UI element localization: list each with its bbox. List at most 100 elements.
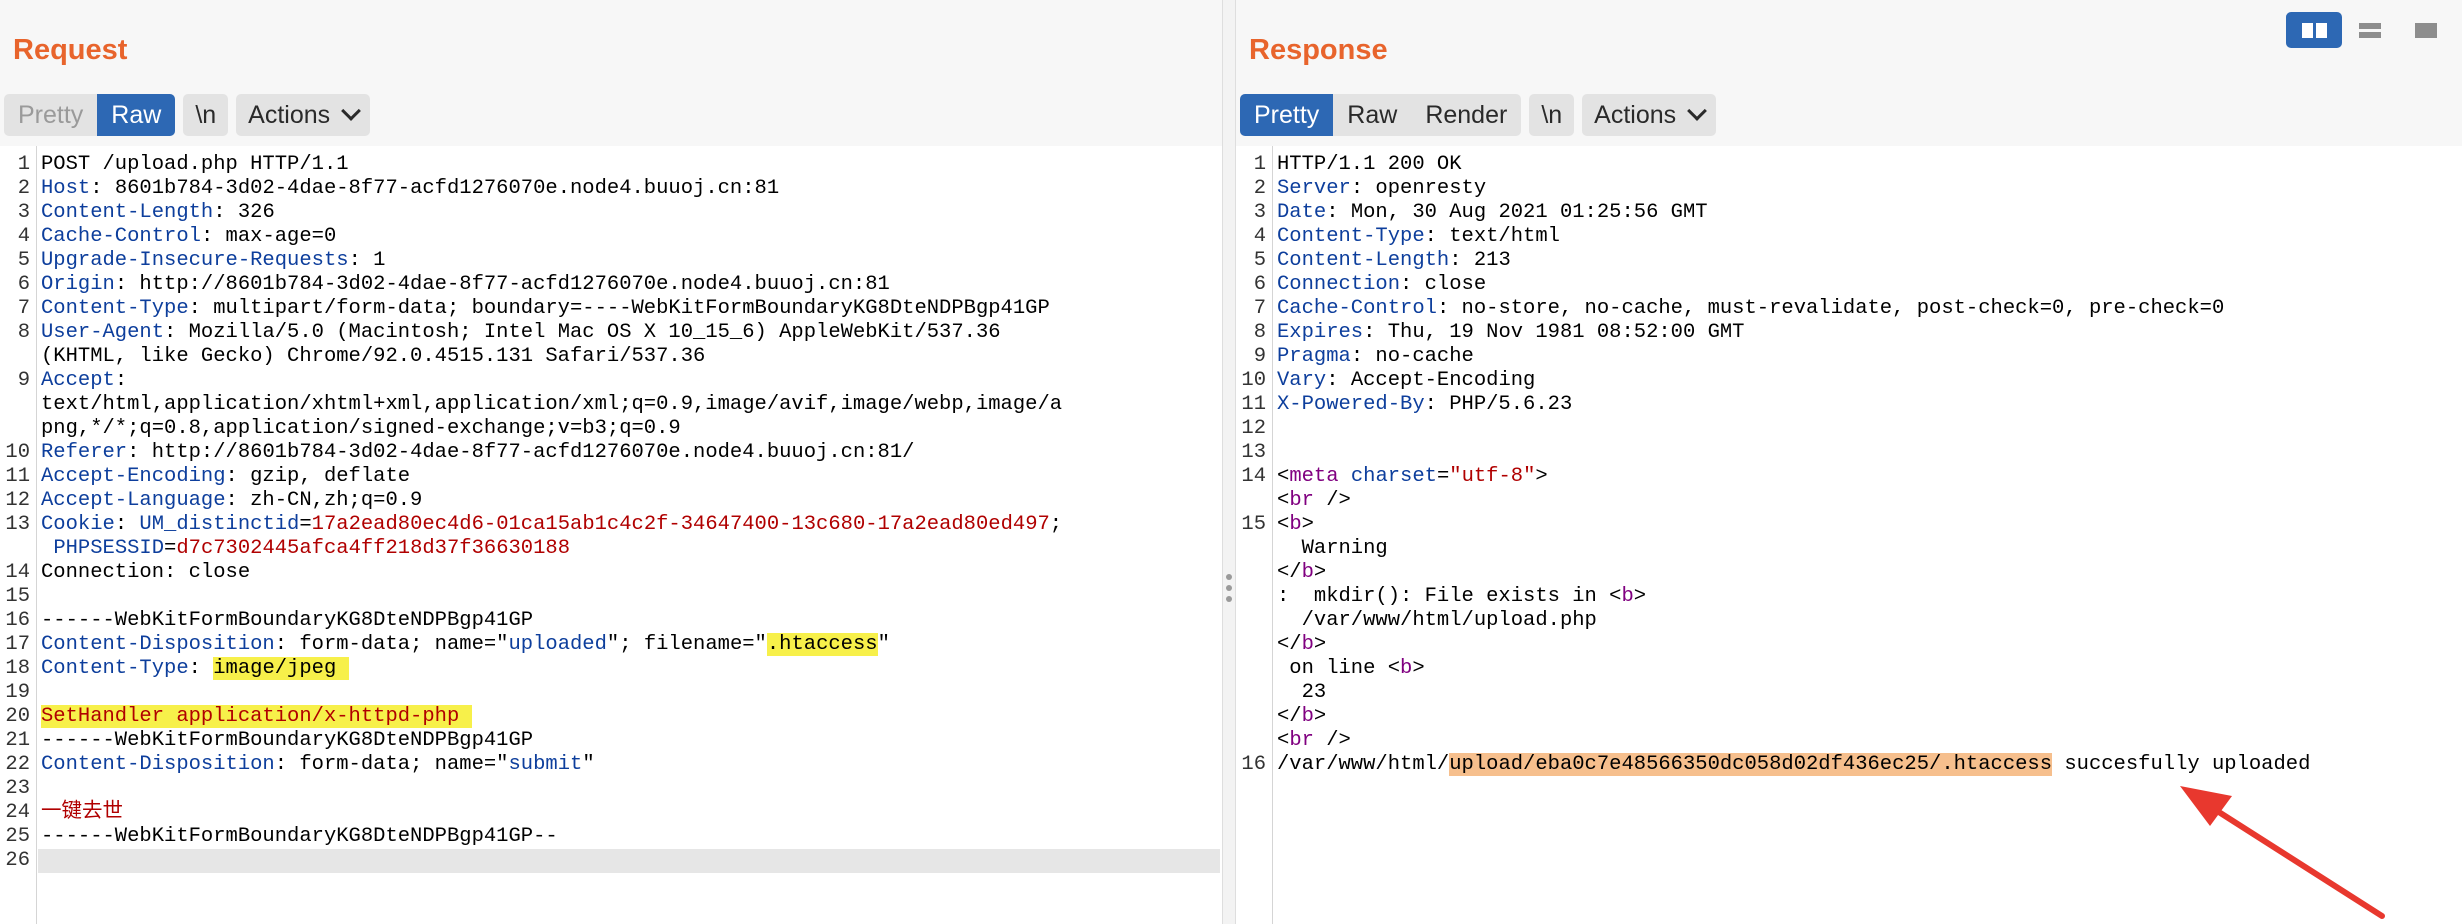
- request-code-line: 9 Accept:: [0, 369, 1222, 393]
- code-token: charset: [1350, 465, 1437, 488]
- line-content: Content-Type: multipart/form-data; bound…: [41, 297, 1050, 321]
- line-content: POST /upload.php HTTP/1.1: [41, 153, 349, 177]
- chevron-down-icon: [1687, 101, 1708, 121]
- code-token: ": [582, 753, 595, 776]
- response-tab-render[interactable]: Render: [1411, 94, 1521, 136]
- response-actions-button[interactable]: Actions: [1582, 94, 1717, 136]
- line-number: 2: [17, 177, 30, 200]
- request-code-line: 6 Origin: http://8601b784-3d02-4dae-8f77-…: [0, 273, 1222, 297]
- line-number: 5: [1253, 249, 1266, 272]
- response-code-line: <br />: [1236, 489, 2462, 513]
- code-token: >: [1313, 561, 1327, 584]
- line-content: ------WebKitFormBoundaryKG8DteNDPBgp41GP: [41, 729, 533, 753]
- single-pane-layout-icon[interactable]: [2398, 12, 2454, 48]
- line-number: 8: [17, 321, 30, 344]
- code-token: : 326: [213, 201, 275, 224]
- code-token: </: [1277, 705, 1302, 728]
- code-token: POST /upload.php HTTP/1.1: [41, 153, 349, 176]
- header-name: Content-Type: [41, 297, 189, 320]
- line-content: Cache-Control: no-store, no-cache, must-…: [1277, 297, 2224, 321]
- response-code-line: 4 Content-Type: text/html: [1236, 225, 2462, 249]
- line-content: HTTP/1.1 200 OK: [1277, 153, 1462, 177]
- code-token: >: [1535, 465, 1548, 488]
- line-number: 15: [1241, 513, 1266, 536]
- line-number: 5: [17, 249, 30, 272]
- code-token: :: [114, 369, 128, 392]
- line-number: 10: [5, 441, 30, 464]
- request-editor[interactable]: 1 POST /upload.php HTTP/1.1 2 Host: 8601b78…: [0, 146, 1222, 924]
- line-number: 13: [5, 513, 30, 536]
- code-token: : text/html: [1424, 225, 1560, 248]
- line-number: 19: [5, 681, 30, 704]
- line-content: Connection: close: [41, 561, 250, 585]
- line-content: Server: openresty: [1277, 177, 1486, 201]
- line-number: 11: [5, 465, 30, 488]
- line-number: 12: [1241, 417, 1266, 440]
- code-token: >: [1412, 657, 1425, 680]
- line-content: Vary: Accept-Encoding: [1277, 369, 1535, 393]
- header-name: X-Powered-By: [1277, 393, 1425, 416]
- header-name: Cache-Control: [41, 225, 201, 248]
- request-actions-button[interactable]: Actions: [236, 94, 371, 136]
- line-number: 13: [1241, 441, 1266, 464]
- response-newline-toggle[interactable]: \n: [1529, 94, 1575, 136]
- stacked-layout-icon[interactable]: [2342, 12, 2398, 48]
- line-content: <meta charset="utf-8">: [1277, 465, 1548, 489]
- code-token: =: [299, 513, 312, 536]
- header-name: Referer: [41, 441, 128, 464]
- line-number: 18: [5, 657, 30, 680]
- code-token: : Mon, 30 Aug 2021 01:25:56 GMT: [1326, 201, 1708, 224]
- code-token: ": [877, 633, 890, 656]
- line-content: Expires: Thu, 19 Nov 1981 08:52:00 GMT: [1277, 321, 1745, 345]
- request-code-line: 17 Content-Disposition: form-data; name="…: [0, 633, 1222, 657]
- response-code-line: 23: [1236, 681, 2462, 705]
- request-tab-pretty[interactable]: Pretty: [4, 94, 97, 136]
- header-name: Server: [1277, 177, 1351, 200]
- line-content: Content-Type: image/jpeg: [41, 657, 349, 681]
- line-number: 10: [1241, 369, 1266, 392]
- line-number: 26: [5, 849, 30, 872]
- response-tab-raw[interactable]: Raw: [1333, 94, 1411, 136]
- request-pane: Request Pretty Raw \n Actions 1 POST /upl…: [0, 0, 1222, 924]
- response-editor[interactable]: 1 HTTP/1.1 200 OK 2 Server: openresty 3 Date:…: [1236, 146, 2462, 924]
- code-token: 一键去世: [41, 801, 123, 824]
- response-code-line: 12: [1236, 417, 2462, 441]
- line-content: Content-Length: 213: [1277, 249, 1511, 273]
- code-token: </: [1277, 561, 1302, 584]
- code-token: : form-data; name=": [274, 633, 509, 656]
- code-token: >: [1313, 705, 1327, 728]
- header-name: Content-Type: [41, 657, 189, 680]
- header-name: Date: [1277, 201, 1327, 224]
- line-number: 6: [17, 273, 30, 296]
- line-content: PHPSESSID=d7c7302445afca4ff218d37f366301…: [41, 537, 570, 561]
- response-tab-pretty[interactable]: Pretty: [1240, 94, 1334, 136]
- request-code-line: 25 ------WebKitFormBoundaryKG8DteNDPBgp41…: [0, 825, 1222, 849]
- code-token: <: [1277, 729, 1290, 752]
- line-number: 8: [1253, 321, 1266, 344]
- response-pane: Response Pretty Raw Render \n Actions 1H…: [1236, 0, 2462, 924]
- response-code-line: 2 Server: openresty: [1236, 177, 2462, 201]
- header-name: Origin: [41, 273, 115, 296]
- request-code-line: 15: [0, 585, 1222, 609]
- code-token: >: [1633, 585, 1647, 608]
- header-name: Accept-Language: [41, 489, 226, 512]
- header-name: Host: [41, 177, 91, 200]
- line-number: 2: [1253, 177, 1266, 200]
- line-number: 25: [5, 825, 30, 848]
- header-name: Content-Length: [1277, 249, 1450, 272]
- header-name: submit: [508, 753, 583, 776]
- response-code-line: 1 HTTP/1.1 200 OK: [1236, 153, 2462, 177]
- drag-handle-icon[interactable]: [1224, 574, 1234, 607]
- code-token: : close: [1400, 273, 1487, 296]
- side-by-side-layout-icon[interactable]: [2286, 12, 2342, 48]
- request-newline-toggle[interactable]: \n: [183, 94, 229, 136]
- line-number: 1: [1253, 153, 1266, 176]
- code-token: b: [1289, 513, 1302, 536]
- line-content: Content-Type: text/html: [1277, 225, 1560, 249]
- code-token: Connection: close: [41, 561, 251, 584]
- line-content: <br />: [1277, 489, 1351, 513]
- request-tab-raw[interactable]: Raw: [97, 94, 176, 136]
- code-token: =: [1436, 465, 1450, 488]
- pane-splitter[interactable]: [1222, 0, 1236, 924]
- code-token: ------WebKitFormBoundaryKG8DteNDPBgp41GP: [41, 729, 534, 752]
